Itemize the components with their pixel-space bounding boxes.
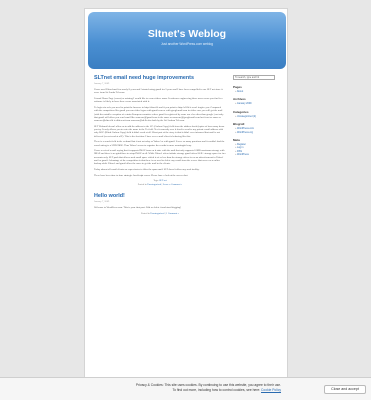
widget-title: Categories — [233, 109, 249, 114]
widget-pages: Pages About — [233, 85, 285, 93]
widget-title: Blogroll — [233, 122, 245, 127]
blog-description: Just another WordPress.com weblog — [160, 42, 214, 46]
post-body: Welcome to WordPress.com. This is your f… — [94, 206, 226, 209]
tag-link[interactable]: SLT net — [159, 179, 167, 182]
blog-title[interactable]: Sltnet's Weblog — [88, 28, 286, 40]
post-paragraph: To login via web you need to point the b… — [94, 105, 224, 123]
sidebar: To search, type and hit Pages About Arch… — [233, 75, 285, 157]
widget-title: Archives — [233, 97, 246, 102]
comment-link[interactable]: Leave a Comment » — [163, 183, 182, 186]
post-date: January 7, 2009 — [94, 200, 110, 204]
post-paragraph: SLT Webmail doesn't allow us to add the … — [94, 124, 225, 138]
close-and-accept-button[interactable]: Close and accept — [324, 385, 366, 394]
blog-header: Sltnet's Weblog Just another WordPress.c… — [88, 12, 286, 69]
category-link[interactable]: Uncategorized — [147, 183, 161, 186]
search-input[interactable]: To search, type and hit — [233, 75, 275, 80]
widget-title: Meta — [233, 138, 240, 143]
post-paragraph: Welcome to WordPress.com. This is your f… — [94, 206, 182, 210]
widget-link[interactable]: Uncategorized (2) — [233, 115, 285, 118]
widget-meta: Meta Register Log in RSS WordPress — [233, 138, 285, 157]
widget-link[interactable]: About — [233, 90, 285, 93]
post-paragraph: Today almost all email clients are super… — [94, 167, 200, 171]
cookie-line-2: To find out more, including how to contr… — [101, 387, 282, 393]
cookie-line-2-text: To find out more, including how to contr… — [172, 387, 262, 392]
post-sltnet: SLTnet email need huge improvements Janu… — [94, 75, 226, 186]
post-hello-world: Hello world! January 7, 2009 Welcome to … — [94, 193, 226, 215]
post-meta: Posted in Uncategorized | 1 Comment » — [140, 211, 180, 215]
post-body: I have used Yahoo!mail for nearly 8 year… — [94, 88, 226, 177]
widget-link[interactable]: WordPress.org — [233, 131, 285, 134]
cookie-banner-text: Privacy & Cookies: This site uses cookie… — [101, 383, 281, 392]
post-title[interactable]: Hello world! — [94, 193, 226, 199]
post-paragraph: I have received a mail saying that it su… — [94, 149, 226, 166]
widget-categories: Categories Uncategorized (2) — [233, 110, 285, 118]
blog-page: Sltnet's Weblog Just another WordPress.c… — [84, 8, 288, 392]
post-title[interactable]: SLTnet email need huge improvements — [94, 75, 226, 81]
main-content: SLTnet email need huge improvements Janu… — [94, 75, 226, 222]
widget-link[interactable]: WordPress — [233, 153, 285, 156]
cookie-policy-link[interactable]: Cookie Policy — [261, 388, 281, 392]
post-paragraph: There is a search field in the webmail b… — [94, 140, 225, 147]
post-meta: Posted in Uncategorized | Leave a Commen… — [137, 183, 183, 187]
post-date: January 7, 2009 — [94, 82, 110, 86]
cookie-banner: Privacy & Cookies: This site uses cookie… — [0, 377, 371, 400]
widget-archives: Archives January 2009 — [233, 97, 285, 105]
tags-label: Tags: — [153, 179, 159, 183]
post-paragraph: I found Home Page (errors) or missing I … — [94, 97, 223, 104]
posted-in-label: Posted in — [137, 183, 147, 187]
widget-link[interactable]: January 2009 — [233, 102, 285, 105]
widget-blogroll: Blogroll WordPress.com WordPress.org — [233, 122, 285, 134]
category-link[interactable]: Uncategorized — [150, 212, 164, 215]
comment-link[interactable]: 1 Comment » — [166, 212, 179, 215]
post-tags: Tags: SLT net — [94, 179, 226, 182]
post-paragraph: I have used Yahoo!mail for nearly 8 year… — [94, 88, 223, 95]
post-paragraph: There have been time to time strategic J… — [94, 173, 189, 177]
widget-title: Pages — [233, 85, 242, 89]
posted-in-label: Posted in — [140, 211, 150, 215]
